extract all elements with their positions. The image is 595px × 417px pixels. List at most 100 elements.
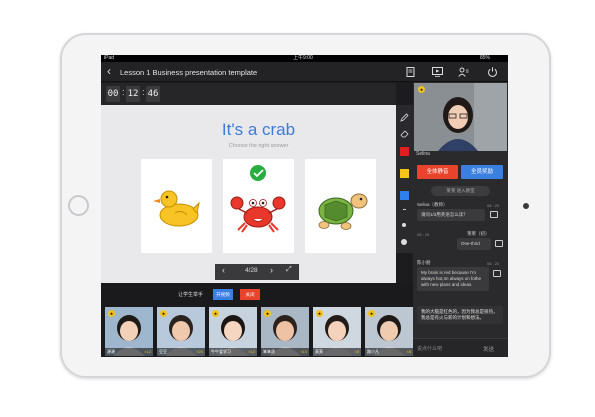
student-score: ×10	[300, 349, 307, 354]
stroke-size-large[interactable]	[401, 239, 407, 245]
status-bar: iPad 上午9:00 85%	[101, 55, 508, 62]
student-name: 豆豆	[159, 349, 167, 354]
side-panel: ★ Selina 全体静音 全员奖励 莱莱 进入教室 Selina（教师） 08…	[413, 82, 508, 357]
student-name-bar: 路小凡 ×8	[365, 348, 413, 356]
teacher-name-label: Selina	[416, 151, 430, 157]
class-timer: 00 : 12 : 46	[101, 83, 396, 105]
clock-label: 上午9:00	[293, 55, 313, 61]
back-icon[interactable]: ‹	[107, 65, 111, 78]
student-score: ×12	[144, 349, 151, 354]
color-swatch-red[interactable]	[400, 147, 409, 156]
stroke-size-small[interactable]	[403, 209, 406, 210]
chat-sender: 莱莱（初）	[467, 231, 490, 236]
student-score: ×8	[354, 349, 359, 354]
timer-hours: 00	[106, 86, 120, 102]
send-button[interactable]: 发送	[483, 345, 494, 353]
app-screen: iPad 上午9:00 85% ‹ Lesson 1 Business pres…	[101, 55, 508, 357]
student-name-bar: 源源 ×12	[105, 348, 153, 356]
timer-colon: :	[122, 87, 125, 97]
student-tile[interactable]: ★ 路小凡 ×8	[365, 307, 413, 356]
chat-translation: 我的大脑是红色的，因为我总是很热，我总是有火与新的计划和想法。	[417, 306, 503, 324]
star-icon: ★	[160, 310, 167, 317]
drawing-toolbar	[396, 105, 413, 253]
slide-canvas[interactable]: It's a crab Choose the right answer ‹ 4/…	[101, 105, 396, 283]
answer-card-duck[interactable]	[141, 159, 212, 253]
chat-sender: 陈小朋	[417, 260, 431, 265]
timer-colon: :	[142, 87, 145, 97]
color-swatch-yellow[interactable]	[400, 169, 409, 178]
answer-card-crab[interactable]	[223, 159, 294, 253]
student-name-bar: 牛牛爱学习 ×12	[209, 348, 257, 356]
student-name-bar: 豆豆 ×20	[157, 348, 205, 356]
star-icon: ★	[264, 310, 271, 317]
student-tile[interactable]: ★ 莫莫 ×8	[313, 307, 361, 356]
student-tile[interactable]: ★ 豆豆 ×20	[157, 307, 205, 356]
page-title: Lesson 1 Business presentation template	[120, 68, 258, 77]
star-icon: ★	[316, 310, 323, 317]
student-score: ×12	[248, 349, 255, 354]
document-icon[interactable]	[405, 67, 416, 77]
student-name: 路小凡	[367, 349, 379, 354]
star-icon: ★	[108, 310, 115, 317]
student-score: ×20	[196, 349, 203, 354]
close-button[interactable]: 关闭	[240, 289, 260, 300]
front-camera	[523, 203, 529, 209]
timer-minutes: 12	[126, 86, 140, 102]
teacher-video: ★	[414, 83, 507, 151]
teacher-video-image	[414, 83, 507, 151]
chat-input-bar: 说点什么吧 发送	[413, 338, 508, 357]
teacher-star-icon: ★	[418, 86, 425, 93]
navigation-bar: ‹ Lesson 1 Business presentation templat…	[101, 62, 508, 82]
translate-icon[interactable]	[495, 240, 503, 247]
chat-time: 08 : 20	[417, 232, 430, 237]
student-name: 莫莫	[315, 349, 323, 354]
power-icon[interactable]	[487, 67, 498, 77]
student-name: 源源	[107, 349, 115, 354]
battery-label: 85%	[480, 55, 491, 61]
turtle-icon	[318, 193, 368, 230]
student-name: 牛牛爱学习	[211, 349, 231, 354]
student-score: ×8	[406, 349, 411, 354]
join-notice: 莱莱 进入教室	[431, 186, 490, 196]
pen-icon[interactable]	[400, 113, 409, 122]
student-controls: 让学生举手 开视频 关闭	[101, 283, 413, 305]
student-tile[interactable]: ★ 牛牛爱学习 ×12	[209, 307, 257, 356]
duck-icon	[153, 190, 200, 227]
answer-card-turtle[interactable]	[305, 159, 376, 253]
student-tile[interactable]: ★ 源源 ×12	[105, 307, 153, 356]
raise-hand-label: 让学生举手	[178, 292, 204, 298]
chat-message: One-third	[457, 238, 491, 250]
timer-seconds: 46	[146, 86, 160, 102]
video-on-button[interactable]: 开视频	[213, 289, 233, 300]
reward-all-button[interactable]: 全员奖励	[461, 165, 503, 179]
chat-time: 08 : 20	[487, 261, 500, 266]
next-page-icon[interactable]: ›	[270, 265, 273, 275]
star-icon: ★	[212, 310, 219, 317]
fullscreen-icon[interactable]: ⤢	[286, 266, 292, 274]
color-swatch-blue[interactable]	[400, 191, 409, 200]
chat-message: 请问1/3用英语怎么读？	[417, 209, 485, 221]
chat-time: 08 : 20	[487, 203, 500, 208]
page-indicator: 4/28	[245, 267, 258, 274]
home-button[interactable]	[68, 195, 89, 216]
chat-sender: Selina（教师）	[417, 202, 448, 207]
chat-message: My brain is red because I'm always hot,I…	[417, 267, 489, 291]
student-tile[interactable]: ★ 笨笨虎 ×10	[261, 307, 309, 356]
crab-icon	[230, 165, 286, 233]
star-icon: ★	[368, 310, 375, 317]
prev-page-icon[interactable]: ‹	[222, 265, 225, 275]
stroke-size-medium[interactable]	[402, 223, 406, 227]
users-icon[interactable]	[458, 67, 469, 77]
translate-icon[interactable]	[490, 211, 498, 218]
slide-pager: ‹ 4/28 › ⤢	[215, 264, 299, 280]
eraser-icon[interactable]	[400, 129, 409, 138]
student-bar: 让学生举手 开视频 关闭 ★ 源源 ×12 ★ 豆豆 ×20 ★ 牛牛爱学习 ×12 ★ 笨笨虎 ×1…	[101, 283, 413, 357]
screen-share-icon[interactable]	[432, 67, 443, 77]
student-name-bar: 莫莫 ×8	[313, 348, 361, 356]
mute-all-button[interactable]: 全体静音	[417, 165, 458, 179]
chat-input[interactable]: 说点什么吧	[417, 345, 442, 352]
student-name: 笨笨虎	[263, 349, 275, 354]
slide-title: It's a crab	[221, 120, 296, 139]
translate-icon[interactable]	[493, 270, 501, 277]
carrier-label: iPad	[104, 55, 115, 61]
